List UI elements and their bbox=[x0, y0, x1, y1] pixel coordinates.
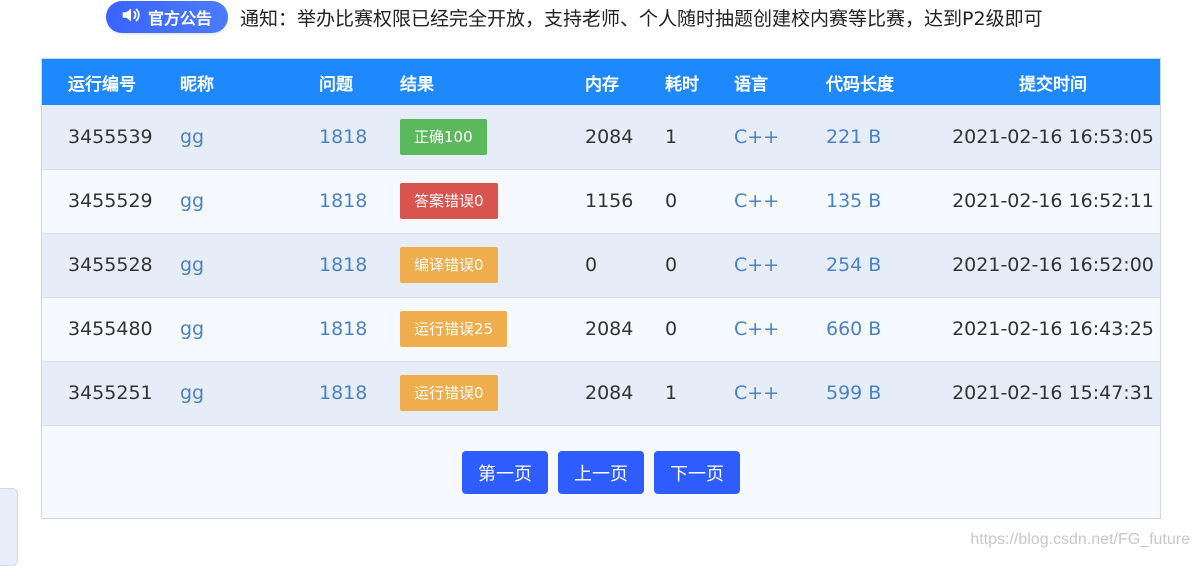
header-result[interactable]: 结果 bbox=[400, 59, 585, 105]
header-run-id[interactable]: 运行编号 bbox=[68, 59, 180, 105]
problem-link[interactable]: 1818 bbox=[319, 105, 400, 169]
side-float-tab[interactable] bbox=[0, 488, 18, 566]
time-value: 1 bbox=[665, 125, 678, 148]
language-link[interactable]: C++ bbox=[734, 233, 826, 297]
table-row: 3455251 gg 1818 运行错误0 2084 1 C++ 599 B 2… bbox=[42, 361, 1160, 425]
table-row: 3455539 gg 1818 正确100 2084 1 C++ 221 B 2… bbox=[42, 105, 1160, 169]
time-value: 1 bbox=[665, 382, 678, 404]
table-row: 3455480 gg 1818 运行错误25 2084 0 C++ 660 B … bbox=[42, 297, 1160, 361]
next-page-button[interactable]: 下一页 bbox=[654, 451, 740, 494]
memory-value: 0 bbox=[585, 254, 598, 276]
submissions-panel: 运行编号 昵称 问题 结果 内存 耗时 语言 代码长度 提交时间 3455539… bbox=[41, 58, 1161, 519]
header-time[interactable]: 耗时 bbox=[665, 59, 734, 105]
pagination: 第一页 上一页 下一页 bbox=[42, 451, 1160, 494]
header-submit-time[interactable]: 提交时间 bbox=[946, 59, 1160, 105]
code-length-link[interactable]: 135 B bbox=[826, 169, 946, 233]
nickname-link[interactable]: gg bbox=[180, 297, 319, 361]
language-link[interactable]: C++ bbox=[734, 105, 826, 169]
problem-link[interactable]: 1818 bbox=[319, 297, 400, 361]
run-id: 3455539 bbox=[68, 125, 153, 148]
submit-time: 2021-02-16 16:52:00 bbox=[952, 254, 1154, 276]
language-link[interactable]: C++ bbox=[734, 169, 826, 233]
speaker-icon bbox=[120, 4, 142, 30]
language-link[interactable]: C++ bbox=[734, 297, 826, 361]
run-id: 3455251 bbox=[68, 382, 153, 404]
table-row: 3455529 gg 1818 答案错误0 1156 0 C++ 135 B 2… bbox=[42, 169, 1160, 233]
header-memory[interactable]: 内存 bbox=[585, 59, 665, 105]
problem-link[interactable]: 1818 bbox=[319, 169, 400, 233]
problem-link[interactable]: 1818 bbox=[319, 361, 400, 425]
header-nickname[interactable]: 昵称 bbox=[180, 59, 319, 105]
code-length-link[interactable]: 660 B bbox=[826, 297, 946, 361]
submit-time: 2021-02-16 15:47:31 bbox=[952, 382, 1154, 404]
watermark: https://blog.csdn.net/FG_future bbox=[970, 531, 1190, 548]
time-value: 0 bbox=[665, 318, 678, 340]
announcement-bar: 官方公告 通知：举办比赛权限已经完全开放，支持老师、个人随时抽题创建校内赛等比赛… bbox=[106, 0, 1043, 34]
header-language[interactable]: 语言 bbox=[734, 59, 826, 105]
run-id: 3455480 bbox=[68, 318, 153, 340]
submit-time: 2021-02-16 16:52:11 bbox=[952, 190, 1154, 212]
nickname-link[interactable]: gg bbox=[180, 233, 319, 297]
submit-time: 2021-02-16 16:43:25 bbox=[952, 318, 1154, 340]
table-row: 3455528 gg 1818 编译错误0 0 0 C++ 254 B 2021… bbox=[42, 233, 1160, 297]
code-length-link[interactable]: 599 B bbox=[826, 361, 946, 425]
time-value: 0 bbox=[665, 254, 678, 276]
prev-page-button[interactable]: 上一页 bbox=[558, 451, 644, 494]
result-badge[interactable]: 正确100 bbox=[400, 118, 487, 155]
memory-value: 2084 bbox=[585, 125, 634, 148]
nickname-link[interactable]: gg bbox=[180, 361, 319, 425]
run-id: 3455528 bbox=[68, 254, 153, 276]
result-badge[interactable]: 编译错误0 bbox=[400, 247, 498, 283]
language-link[interactable]: C++ bbox=[734, 361, 826, 425]
time-value: 0 bbox=[665, 190, 678, 212]
announcement-text: 通知：举办比赛权限已经完全开放，支持老师、个人随时抽题创建校内赛等比赛，达到P2… bbox=[240, 7, 1043, 30]
table-header-row: 运行编号 昵称 问题 结果 内存 耗时 语言 代码长度 提交时间 bbox=[42, 59, 1160, 105]
result-badge[interactable]: 答案错误0 bbox=[400, 183, 498, 219]
code-length-link[interactable]: 254 B bbox=[826, 233, 946, 297]
run-id: 3455529 bbox=[68, 190, 153, 212]
header-problem[interactable]: 问题 bbox=[319, 59, 400, 105]
announcement-badge-label: 官方公告 bbox=[148, 9, 213, 28]
first-page-button[interactable]: 第一页 bbox=[462, 451, 548, 494]
result-badge[interactable]: 运行错误0 bbox=[400, 375, 498, 411]
memory-value: 2084 bbox=[585, 318, 634, 340]
nickname-link[interactable]: gg bbox=[180, 169, 319, 233]
memory-value: 2084 bbox=[585, 382, 634, 404]
announcement-badge[interactable]: 官方公告 bbox=[106, 1, 229, 33]
code-length-link[interactable]: 221 B bbox=[826, 105, 946, 169]
memory-value: 1156 bbox=[585, 190, 634, 212]
submit-time: 2021-02-16 16:53:05 bbox=[952, 125, 1154, 148]
problem-link[interactable]: 1818 bbox=[319, 233, 400, 297]
submissions-table: 运行编号 昵称 问题 结果 内存 耗时 语言 代码长度 提交时间 3455539… bbox=[42, 59, 1160, 426]
result-badge[interactable]: 运行错误25 bbox=[400, 311, 508, 347]
header-code-length[interactable]: 代码长度 bbox=[826, 59, 946, 105]
nickname-link[interactable]: gg bbox=[180, 105, 319, 169]
